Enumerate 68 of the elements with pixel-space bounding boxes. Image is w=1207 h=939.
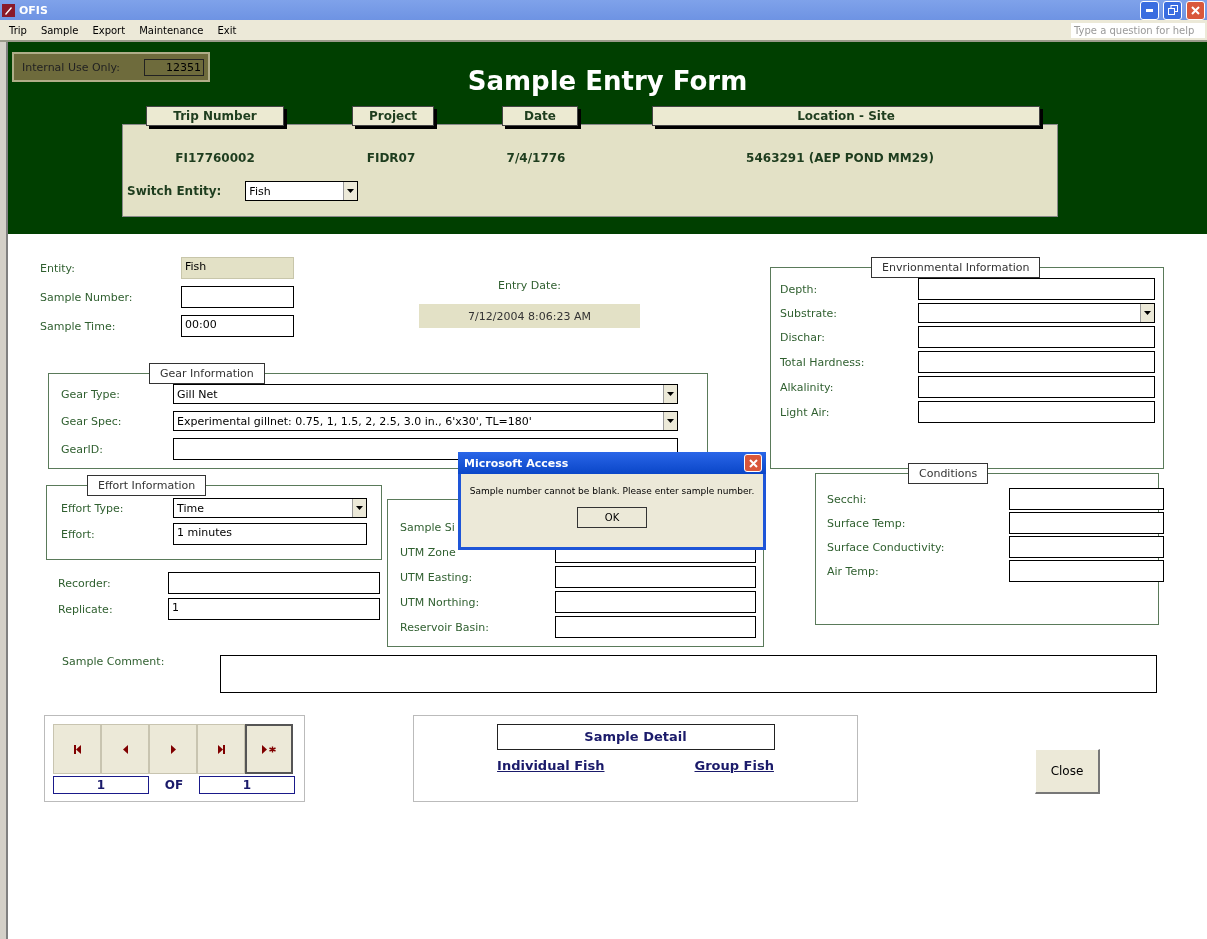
field-label: Sample Time:	[40, 319, 117, 333]
input-dropdown[interactable]: Gill Net	[173, 384, 678, 404]
group-legend: Effort Information	[87, 475, 207, 496]
internal-use-label: Internal Use Only:	[22, 60, 121, 74]
field-label: Effort:	[61, 527, 96, 541]
field-label: Reservoir Basin:	[400, 620, 490, 634]
field-label: GearID:	[61, 442, 104, 456]
field-label: Gear Type:	[61, 387, 122, 401]
field-label: Substrate:	[780, 306, 839, 320]
menu-item[interactable]: Maintenance	[138, 24, 205, 36]
field-label: Sample Comment:	[62, 655, 166, 668]
field-label: UTM Zone	[400, 545, 457, 559]
form-title: Sample Entry Form	[467, 66, 748, 96]
field-label: Surface Conductivity:	[827, 540, 946, 554]
entry-date-label: Entry Date:	[498, 279, 561, 292]
field-label: Sample Number:	[40, 290, 134, 304]
column-heading: Trip Number	[146, 106, 284, 126]
menu-item[interactable]: Sample	[39, 24, 80, 36]
field-label: Gear Spec:	[61, 414, 123, 428]
trip-value: FIDR07	[366, 151, 416, 165]
field-label: Replicate:	[58, 602, 114, 616]
record-number: 1	[53, 776, 149, 794]
entity-dropdown[interactable]: Fish	[245, 181, 359, 201]
trip-value: 7/4/1776	[506, 151, 566, 165]
detail-link[interactable]: Group Fish	[694, 758, 774, 773]
field-label: Effort Type:	[61, 501, 125, 515]
field-label: Recorder:	[58, 576, 112, 590]
input-field[interactable]: 1 minutes	[173, 523, 367, 545]
column-heading: Project	[352, 106, 434, 126]
field-label: Depth:	[780, 282, 819, 296]
window-title: OFIS	[19, 3, 49, 17]
field-label: Light Air:	[780, 405, 831, 419]
input-field: Fish	[181, 257, 294, 279]
field-label: Sample Si	[400, 520, 456, 534]
field-label: Dischar:	[780, 330, 827, 344]
close-form-button[interactable]: Close	[1035, 749, 1100, 794]
input-dropdown[interactable]: Experimental gillnet: 0.75, 1, 1.5, 2, 2.5, 3.0 in., 6'x30', TL=180'	[173, 411, 678, 431]
field-label: UTM Easting:	[400, 570, 474, 584]
sample-detail-title: Sample Detail	[496, 724, 775, 750]
dialog-title: Microsoft Access	[464, 456, 569, 470]
field-label: Entity:	[40, 261, 77, 275]
group-legend: Envrionmental Information	[871, 257, 1041, 278]
field-label: Air Temp:	[827, 564, 880, 578]
input-field[interactable]: 00:00	[181, 315, 294, 337]
group-legend: Gear Information	[149, 363, 265, 384]
record-total: 1	[199, 776, 295, 794]
detail-link[interactable]: Individual Fish	[497, 758, 605, 773]
trip-value: FI17760002	[175, 151, 255, 165]
trip-value: 5463291 (AEP POND MM29)	[746, 151, 934, 165]
menu-item[interactable]: Export	[91, 24, 127, 36]
internal-use-field: 12351	[144, 58, 204, 76]
menu-item[interactable]: Trip	[8, 24, 28, 36]
dialog-message: Sample number cannot be blank. Please enter sample number.	[468, 486, 756, 496]
column-heading: Date	[502, 106, 578, 126]
input-dropdown[interactable]: Time	[173, 498, 367, 518]
ok-button[interactable]: OK	[577, 507, 647, 528]
field-label: Total Hardness:	[780, 355, 866, 369]
menu-item[interactable]: Exit	[216, 24, 238, 36]
field-label: UTM Northing:	[400, 595, 481, 609]
switch-entity-label: Switch Entity:	[127, 184, 222, 198]
column-heading: Location - Site	[652, 106, 1040, 126]
input-field[interactable]: 1	[168, 598, 380, 620]
group-legend: Conditions	[908, 463, 989, 484]
of-label: OF	[163, 778, 185, 792]
field-label: Alkalinity:	[780, 380, 835, 394]
entry-date-field: 7/12/2004 8:06:23 AM	[419, 304, 640, 328]
field-label: Surface Temp:	[827, 516, 907, 530]
field-label: Secchi:	[827, 492, 868, 506]
